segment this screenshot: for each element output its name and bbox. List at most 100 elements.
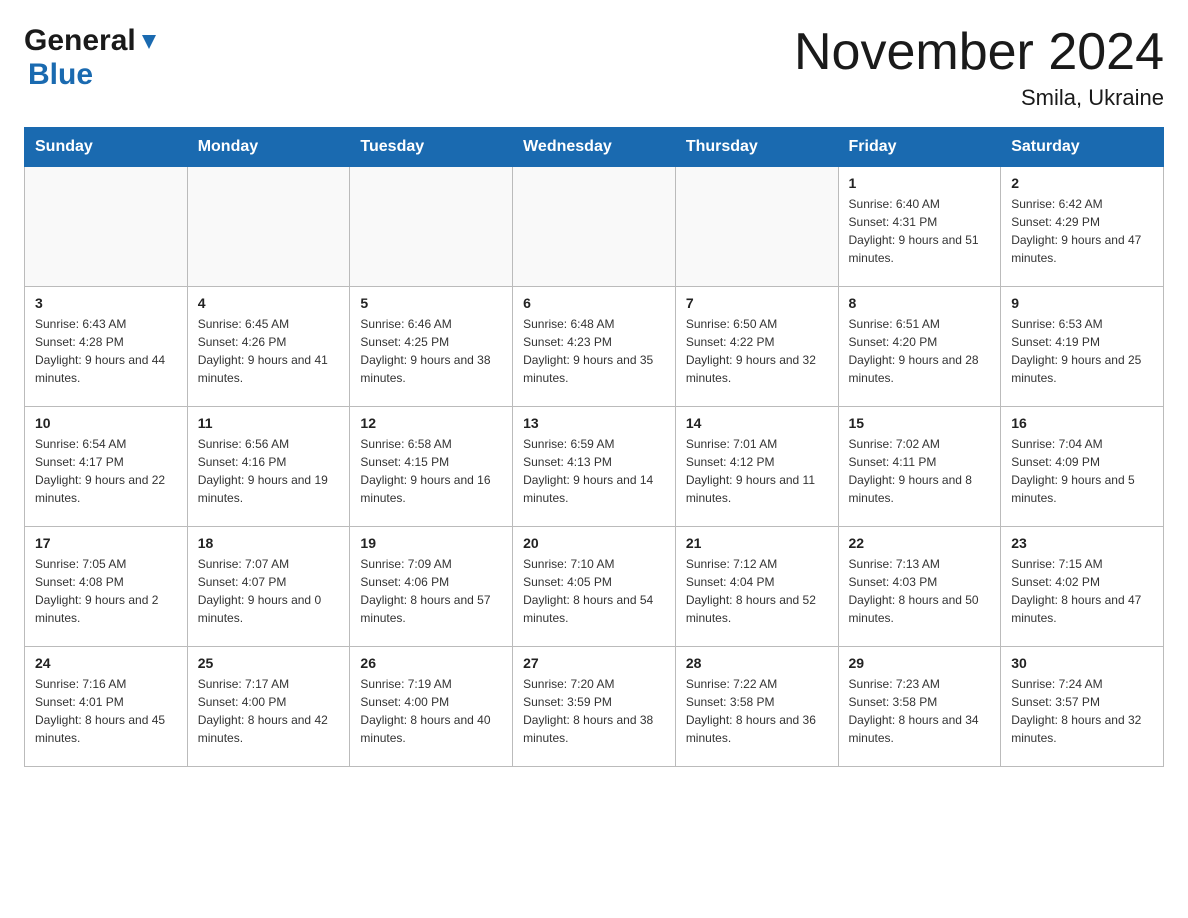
day-info: Sunrise: 6:40 AMSunset: 4:31 PMDaylight:… xyxy=(849,195,991,267)
page-header: General Blue November 2024 Smila, Ukrain… xyxy=(24,24,1164,111)
calendar-cell xyxy=(513,167,676,287)
day-info: Sunrise: 7:09 AMSunset: 4:06 PMDaylight:… xyxy=(360,555,502,627)
calendar-cell: 28 Sunrise: 7:22 AMSunset: 3:58 PMDayligh… xyxy=(675,647,838,767)
day-info: Sunrise: 6:53 AMSunset: 4:19 PMDaylight:… xyxy=(1011,315,1153,387)
day-number: 13 xyxy=(523,415,665,431)
calendar-cell: 13 Sunrise: 6:59 AMSunset: 4:13 PMDayligh… xyxy=(513,407,676,527)
calendar-cell xyxy=(187,167,350,287)
calendar-cell: 11Sunrise: 6:56 AMSunset: 4:16 PMDayligh… xyxy=(187,407,350,527)
calendar-cell xyxy=(350,167,513,287)
calendar-cell: 7Sunrise: 6:50 AMSunset: 4:22 PMDaylight… xyxy=(675,287,838,407)
day-number: 17 xyxy=(35,535,177,551)
day-number: 22 xyxy=(849,535,991,551)
day-number: 1 xyxy=(849,175,991,191)
day-number: 12 xyxy=(360,415,502,431)
day-info: Sunrise: 6:48 AMSunset: 4:23 PMDaylight:… xyxy=(523,315,665,387)
weekday-header-row: Sunday Monday Tuesday Wednesday Thursday… xyxy=(25,128,1164,167)
day-number: 29 xyxy=(849,655,991,671)
day-info: Sunrise: 6:59 AMSunset: 4:13 PMDaylight:… xyxy=(523,435,665,507)
day-info: Sunrise: 6:46 AMSunset: 4:25 PMDaylight:… xyxy=(360,315,502,387)
calendar-cell: 17 Sunrise: 7:05 AMSunset: 4:08 PMDayligh… xyxy=(25,527,188,647)
calendar-cell: 3 Sunrise: 6:43 AMSunset: 4:28 PMDaylight… xyxy=(25,287,188,407)
calendar-cell: 9 Sunrise: 6:53 AMSunset: 4:19 PMDaylight… xyxy=(1001,287,1164,407)
calendar-week-row: 24 Sunrise: 7:16 AMSunset: 4:01 PMDayligh… xyxy=(25,647,1164,767)
calendar-cell: 1 Sunrise: 6:40 AMSunset: 4:31 PMDaylight… xyxy=(838,167,1001,287)
calendar-week-row: 17 Sunrise: 7:05 AMSunset: 4:08 PMDayligh… xyxy=(25,527,1164,647)
calendar-week-row: 10Sunrise: 6:54 AMSunset: 4:17 PMDayligh… xyxy=(25,407,1164,527)
day-number: 28 xyxy=(686,655,828,671)
calendar-week-row: 3 Sunrise: 6:43 AMSunset: 4:28 PMDaylight… xyxy=(25,287,1164,407)
day-info: Sunrise: 6:45 AMSunset: 4:26 PMDaylight:… xyxy=(198,315,340,387)
day-number: 30 xyxy=(1011,655,1153,671)
calendar-cell: 24 Sunrise: 7:16 AMSunset: 4:01 PMDayligh… xyxy=(25,647,188,767)
day-info: Sunrise: 6:50 AMSunset: 4:22 PMDaylight:… xyxy=(686,315,828,387)
logo: General Blue xyxy=(24,24,160,92)
calendar-cell: 20 Sunrise: 7:10 AMSunset: 4:05 PMDayligh… xyxy=(513,527,676,647)
day-number: 26 xyxy=(360,655,502,671)
day-number: 4 xyxy=(198,295,340,311)
day-info: Sunrise: 7:16 AMSunset: 4:01 PMDaylight:… xyxy=(35,675,177,747)
calendar-cell: 30 Sunrise: 7:24 AMSunset: 3:57 PMDayligh… xyxy=(1001,647,1164,767)
header-tuesday: Tuesday xyxy=(350,128,513,167)
day-number: 3 xyxy=(35,295,177,311)
calendar-cell: 27 Sunrise: 7:20 AMSunset: 3:59 PMDayligh… xyxy=(513,647,676,767)
calendar-cell xyxy=(675,167,838,287)
day-number: 23 xyxy=(1011,535,1153,551)
calendar-cell: 25 Sunrise: 7:17 AMSunset: 4:00 PMDayligh… xyxy=(187,647,350,767)
day-number: 6 xyxy=(523,295,665,311)
calendar-cell: 2 Sunrise: 6:42 AMSunset: 4:29 PMDaylight… xyxy=(1001,167,1164,287)
day-number: 21 xyxy=(686,535,828,551)
day-info: Sunrise: 6:43 AMSunset: 4:28 PMDaylight:… xyxy=(35,315,177,387)
day-number: 27 xyxy=(523,655,665,671)
calendar-cell: 21Sunrise: 7:12 AMSunset: 4:04 PMDayligh… xyxy=(675,527,838,647)
day-number: 20 xyxy=(523,535,665,551)
day-info: Sunrise: 6:54 AMSunset: 4:17 PMDaylight:… xyxy=(35,435,177,507)
day-number: 25 xyxy=(198,655,340,671)
calendar-cell: 8 Sunrise: 6:51 AMSunset: 4:20 PMDaylight… xyxy=(838,287,1001,407)
calendar-cell: 29Sunrise: 7:23 AMSunset: 3:58 PMDayligh… xyxy=(838,647,1001,767)
calendar-cell: 4 Sunrise: 6:45 AMSunset: 4:26 PMDaylight… xyxy=(187,287,350,407)
logo-general: General xyxy=(24,24,136,58)
calendar-cell: 10Sunrise: 6:54 AMSunset: 4:17 PMDayligh… xyxy=(25,407,188,527)
day-number: 16 xyxy=(1011,415,1153,431)
header-saturday: Saturday xyxy=(1001,128,1164,167)
calendar-cell: 22 Sunrise: 7:13 AMSunset: 4:03 PMDayligh… xyxy=(838,527,1001,647)
calendar-cell xyxy=(25,167,188,287)
day-number: 14 xyxy=(686,415,828,431)
calendar-cell: 23 Sunrise: 7:15 AMSunset: 4:02 PMDayligh… xyxy=(1001,527,1164,647)
day-number: 8 xyxy=(849,295,991,311)
day-info: Sunrise: 7:19 AMSunset: 4:00 PMDaylight:… xyxy=(360,675,502,747)
day-number: 15 xyxy=(849,415,991,431)
day-info: Sunrise: 6:42 AMSunset: 4:29 PMDaylight:… xyxy=(1011,195,1153,267)
calendar-cell: 26 Sunrise: 7:19 AMSunset: 4:00 PMDayligh… xyxy=(350,647,513,767)
header-friday: Friday xyxy=(838,128,1001,167)
location-title: Smila, Ukraine xyxy=(794,85,1164,111)
title-block: November 2024 Smila, Ukraine xyxy=(794,24,1164,111)
day-info: Sunrise: 7:22 AMSunset: 3:58 PMDaylight:… xyxy=(686,675,828,747)
day-info: Sunrise: 6:58 AMSunset: 4:15 PMDaylight:… xyxy=(360,435,502,507)
logo-blue: Blue xyxy=(28,58,93,91)
day-info: Sunrise: 7:01 AMSunset: 4:12 PMDaylight:… xyxy=(686,435,828,507)
day-number: 9 xyxy=(1011,295,1153,311)
header-thursday: Thursday xyxy=(675,128,838,167)
calendar-cell: 15 Sunrise: 7:02 AMSunset: 4:11 PMDayligh… xyxy=(838,407,1001,527)
day-info: Sunrise: 7:15 AMSunset: 4:02 PMDaylight:… xyxy=(1011,555,1153,627)
day-info: Sunrise: 7:20 AMSunset: 3:59 PMDaylight:… xyxy=(523,675,665,747)
day-info: Sunrise: 7:24 AMSunset: 3:57 PMDaylight:… xyxy=(1011,675,1153,747)
day-number: 24 xyxy=(35,655,177,671)
header-wednesday: Wednesday xyxy=(513,128,676,167)
day-number: 2 xyxy=(1011,175,1153,191)
day-info: Sunrise: 7:13 AMSunset: 4:03 PMDaylight:… xyxy=(849,555,991,627)
day-info: Sunrise: 6:51 AMSunset: 4:20 PMDaylight:… xyxy=(849,315,991,387)
header-sunday: Sunday xyxy=(25,128,188,167)
logo-arrow-icon xyxy=(138,31,160,53)
day-info: Sunrise: 7:07 AMSunset: 4:07 PMDaylight:… xyxy=(198,555,340,627)
day-number: 5 xyxy=(360,295,502,311)
day-info: Sunrise: 7:05 AMSunset: 4:08 PMDaylight:… xyxy=(35,555,177,627)
calendar-cell: 18 Sunrise: 7:07 AMSunset: 4:07 PMDayligh… xyxy=(187,527,350,647)
day-info: Sunrise: 7:02 AMSunset: 4:11 PMDaylight:… xyxy=(849,435,991,507)
day-info: Sunrise: 7:10 AMSunset: 4:05 PMDaylight:… xyxy=(523,555,665,627)
day-number: 18 xyxy=(198,535,340,551)
day-info: Sunrise: 7:17 AMSunset: 4:00 PMDaylight:… xyxy=(198,675,340,747)
day-info: Sunrise: 6:56 AMSunset: 4:16 PMDaylight:… xyxy=(198,435,340,507)
